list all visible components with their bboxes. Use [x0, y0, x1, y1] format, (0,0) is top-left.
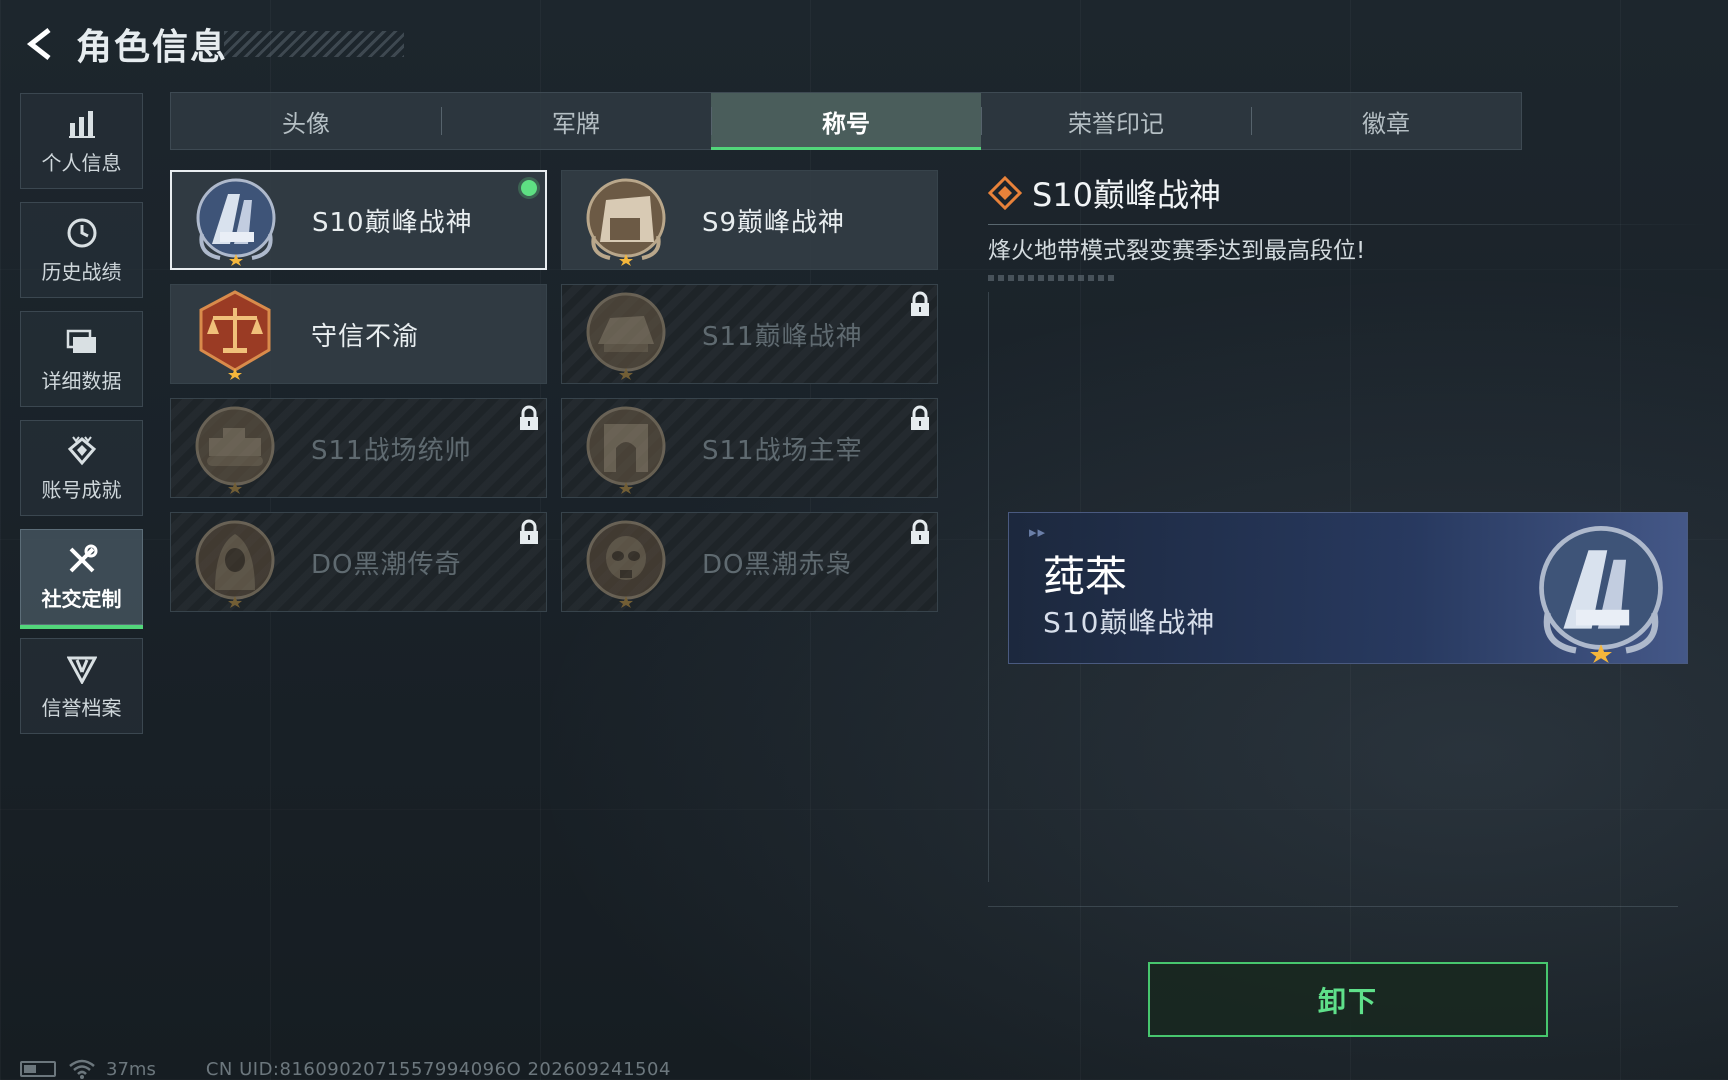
tab-badge[interactable]: 徽章	[1251, 93, 1521, 149]
title-card[interactable]: S10巅峰战神	[170, 170, 547, 270]
title-card[interactable]: S11战场统帅	[170, 398, 547, 498]
wifi-icon	[69, 1059, 95, 1079]
tab-dogtag[interactable]: 军牌	[441, 93, 711, 149]
title-label: S10巅峰战神	[312, 207, 473, 238]
title-label: DO黑潮传奇	[311, 549, 462, 580]
title-label: 守信不渝	[311, 321, 420, 352]
side-nav: 个人信息 历史战绩 详细数据 账号成就 社交定制 信誉档案	[20, 93, 143, 747]
back-arrow-icon	[26, 28, 51, 60]
sidebar-item-label: 详细数据	[41, 368, 122, 393]
title-label: S9巅峰战神	[702, 207, 846, 238]
tab-title[interactable]: 称号	[711, 93, 981, 150]
player-name: 莼苯	[1043, 552, 1128, 601]
tab-honor-mark[interactable]: 荣誉印记	[981, 93, 1251, 149]
battery-icon	[20, 1061, 56, 1077]
lock-icon	[911, 519, 929, 544]
sidebar-item-profile[interactable]: 个人信息	[20, 93, 143, 189]
tools-icon	[65, 543, 99, 577]
frame-line	[988, 292, 989, 882]
tab-avatar[interactable]: 头像	[171, 93, 441, 149]
fortress-emblem-icon	[586, 178, 666, 266]
achievement-icon	[65, 434, 99, 468]
title-list: S10巅峰战神 S9巅峰战神 守信不渝 S11巅峰战神 S11战场统帅 S11战…	[170, 170, 938, 612]
tank-emblem-icon	[195, 406, 275, 494]
scales-emblem-icon	[199, 290, 271, 380]
title-card[interactable]: S9巅峰战神	[561, 170, 938, 270]
equipped-indicator	[521, 180, 537, 196]
peak-emblem-icon	[196, 178, 276, 266]
title-decoration	[224, 31, 405, 57]
clock-icon	[65, 216, 99, 250]
title-card[interactable]: 守信不渝	[170, 284, 547, 384]
diamond-icon	[988, 176, 1022, 210]
unequip-button[interactable]: 卸下	[1148, 962, 1548, 1037]
sidebar-item-social[interactable]: 社交定制	[20, 529, 143, 629]
title-label: S11战场主宰	[702, 435, 863, 466]
sidebar-item-achievements[interactable]: 账号成就	[20, 420, 143, 516]
title-preview-card: ▸▸ 莼苯 S10巅峰战神	[1008, 512, 1688, 664]
title-label: S11巅峰战神	[702, 321, 863, 352]
peak-emblem-icon	[1539, 526, 1663, 663]
arch-emblem-icon	[586, 406, 666, 494]
title-detail-panel: S10巅峰战神 烽火地带模式裂变赛季达到最高段位!	[988, 170, 1708, 281]
sidebar-item-label: 历史战绩	[41, 259, 122, 284]
skull-emblem-icon	[586, 520, 666, 608]
ping-value: 37ms	[106, 1058, 156, 1080]
rock-emblem-icon	[586, 292, 666, 380]
detail-description: 烽火地带模式裂变赛季达到最高段位!	[988, 238, 1366, 264]
hooded-emblem-icon	[195, 520, 275, 608]
folder-icon	[65, 325, 99, 359]
detail-heading: S10巅峰战神	[988, 170, 1708, 216]
sidebar-item-label: 账号成就	[41, 477, 122, 502]
title-label: DO黑潮赤枭	[702, 549, 853, 580]
title-card[interactable]: DO黑潮传奇	[170, 512, 547, 612]
sidebar-item-history[interactable]: 历史战绩	[20, 202, 143, 298]
frame-line	[988, 906, 1678, 907]
preview-tag-decoration: ▸▸	[1029, 523, 1047, 541]
lock-icon	[911, 405, 929, 430]
title-card[interactable]: DO黑潮赤枭	[561, 512, 938, 612]
detail-decoration	[988, 275, 1118, 281]
page-title: 角色信息	[76, 27, 229, 68]
sidebar-item-label: 社交定制	[41, 586, 122, 611]
title-label: S11战场统帅	[311, 435, 472, 466]
sidebar-item-label: 信誉档案	[41, 695, 122, 720]
back-button[interactable]	[18, 22, 62, 66]
uid-text: CN UID:8160902071557994096O 202609241504	[205, 1058, 671, 1080]
preview-title: S10巅峰战神	[1043, 606, 1216, 639]
detail-title: S10巅峰战神	[1032, 176, 1222, 214]
bar-chart-icon	[65, 107, 99, 141]
status-bar: 37ms CN UID:8160902071557994096O 2026092…	[20, 1058, 671, 1080]
category-tabs: 头像 军牌 称号 荣誉印记 徽章	[170, 92, 1522, 150]
sidebar-item-label: 个人信息	[41, 150, 122, 175]
sidebar-item-details[interactable]: 详细数据	[20, 311, 143, 407]
lock-icon	[520, 405, 538, 430]
top-bar: 角色信息	[18, 20, 405, 68]
title-card[interactable]: S11巅峰战神	[561, 284, 938, 384]
sidebar-item-credit[interactable]: 信誉档案	[20, 638, 143, 734]
detail-divider	[988, 224, 1708, 225]
lock-icon	[911, 291, 929, 316]
title-card[interactable]: S11战场主宰	[561, 398, 938, 498]
lock-icon	[520, 519, 538, 544]
credit-shield-icon	[65, 652, 99, 686]
